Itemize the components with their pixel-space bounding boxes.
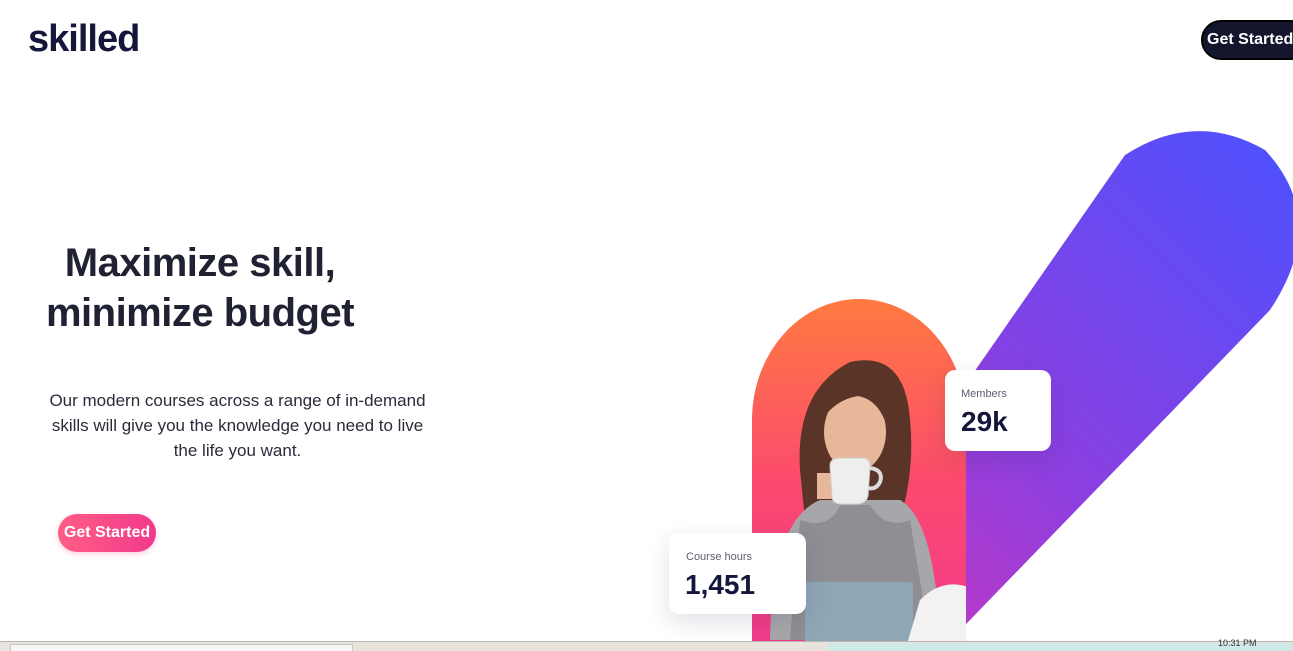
taskbar-window-slot[interactable] <box>353 643 828 651</box>
taskbar-clock: 10:31 PM <box>1218 638 1257 648</box>
nav-get-started-button[interactable]: Get Started <box>1201 20 1293 60</box>
members-stat-card: Members 29k <box>945 370 1051 451</box>
hero-title-line2: minimize budget <box>45 291 355 335</box>
course-hours-label: Course hours <box>686 551 753 563</box>
hero-title-line1: Maximize skill, <box>64 241 336 285</box>
taskbar: 10:31 PM <box>0 638 1293 651</box>
members-label: Members <box>961 388 1007 400</box>
members-value: 29k <box>961 406 1008 437</box>
hero-title: Maximize skill, minimize budget <box>20 238 380 338</box>
hero-description: Our modern courses across a range of in-… <box>49 391 426 460</box>
logo[interactable]: skilled <box>28 18 140 61</box>
course-hours-stat-card: Course hours 1,451 <box>669 533 806 614</box>
taskbar-window-slot[interactable] <box>10 644 353 651</box>
hero-get-started-button[interactable]: Get Started <box>58 514 156 552</box>
course-hours-value: 1,451 <box>685 569 756 600</box>
